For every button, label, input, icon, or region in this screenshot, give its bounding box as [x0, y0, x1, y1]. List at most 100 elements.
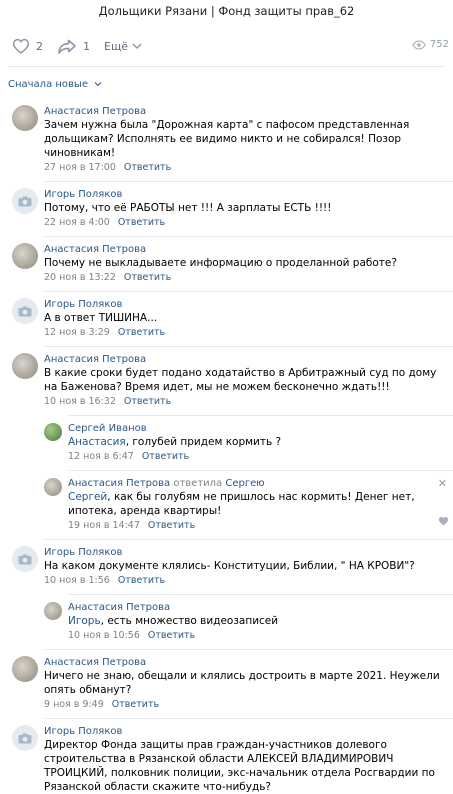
comment-date[interactable]: 27 ноя в 17:00: [44, 162, 116, 173]
comment-date[interactable]: 10 ноя в 10:56: [68, 630, 140, 641]
reply-button[interactable]: Ответить: [124, 272, 171, 283]
comment-date[interactable]: 19 ноя в 14:47: [68, 520, 140, 531]
comment-meta: 10 ноя в 1:56 Ответить: [44, 574, 445, 587]
heart-icon[interactable]: [438, 511, 449, 530]
comment-author-line: Анастасия Петрова: [44, 656, 445, 669]
comment-date[interactable]: 20 ноя в 13:22: [44, 272, 116, 283]
addressee-link[interactable]: Сергей: [68, 491, 107, 503]
comment: Игорь Поляков Директор Фонда защиты прав …: [0, 725, 453, 794]
close-icon[interactable]: ✕: [438, 477, 447, 490]
author-name[interactable]: Анастасия Петрова: [44, 657, 146, 668]
reply-button[interactable]: Ответить: [112, 699, 159, 710]
avatar[interactable]: [12, 725, 38, 751]
comment-text: Зачем нужна была "Дорожная карта" с пафо…: [44, 118, 445, 160]
comment: Анастасия Петрова Почему не выкладываете …: [0, 243, 453, 284]
like-count: 2: [36, 39, 43, 53]
comment-text: Потому, что её РАБОТЫ нет !!! А зарплаты…: [44, 201, 445, 215]
comment-date[interactable]: 10 ноя в 1:56: [44, 575, 110, 586]
comment-text: Сергей, как бы голубям не пришлось нас к…: [68, 490, 445, 518]
comment-text: А в ответ ТИШИНА...: [44, 311, 445, 325]
avatar[interactable]: [12, 546, 38, 572]
comment-author-line: Анастасия Петрова: [44, 353, 445, 366]
comment-text: Игорь, есть множество видеозаписей: [68, 614, 445, 628]
comment-body: Потому, что её РАБОТЫ нет !!! А зарплаты…: [44, 202, 332, 214]
divider: [44, 236, 453, 237]
divider: [68, 415, 453, 416]
reply-button[interactable]: Ответить: [142, 451, 189, 462]
divider: [44, 291, 453, 292]
comment-body: В какие сроки будет подано ходатайство в…: [44, 367, 437, 393]
author-name[interactable]: Игорь Поляков: [44, 189, 122, 200]
comment-body: , есть множество видеозаписей: [100, 615, 279, 627]
comment-list: Анастасия Петрова Зачем нужна была "Дорож…: [0, 99, 453, 794]
reply-button[interactable]: Ответить: [118, 575, 165, 586]
comment: Игорь Поляков На каком документе клялись-…: [0, 546, 453, 587]
comment-meta: 9 ноя в 9:49 Ответить: [44, 698, 445, 711]
reply-button[interactable]: Ответить: [148, 520, 195, 531]
reply-button[interactable]: Ответить: [124, 162, 171, 173]
avatar[interactable]: [44, 602, 62, 620]
comment-author-line: Игорь Поляков: [44, 298, 445, 311]
comment-date[interactable]: 10 ноя в 16:32: [44, 396, 116, 407]
more-button[interactable]: Ещё: [104, 40, 148, 53]
comment-meta: 19 ноя в 14:47 Ответить: [68, 519, 445, 532]
sort-label: Сначала новые: [8, 79, 88, 90]
avatar[interactable]: [44, 478, 62, 496]
comment-author-line: Игорь Поляков: [44, 188, 445, 201]
views-counter: 752: [412, 39, 449, 50]
author-name[interactable]: Анастасия Петрова: [44, 106, 146, 117]
post-actions-bar: 2 1 Ещё 752: [0, 26, 453, 66]
divider: [44, 718, 453, 719]
camera-icon: [18, 554, 32, 564]
comment: Анастасия Петрова Зачем нужна была "Дорож…: [0, 105, 453, 174]
sort-dropdown[interactable]: Сначала новые: [0, 67, 453, 99]
reply-button[interactable]: Ответить: [148, 630, 195, 641]
author-name[interactable]: Игорь Поляков: [44, 299, 122, 310]
share-button[interactable]: 1: [57, 38, 90, 54]
avatar[interactable]: [44, 423, 62, 441]
chevron-down-icon: [132, 43, 142, 50]
comment-date[interactable]: 12 ноя в 6:47: [68, 451, 134, 462]
like-button[interactable]: 2: [12, 38, 43, 54]
reply-button[interactable]: Ответить: [118, 217, 165, 228]
avatar[interactable]: [12, 105, 38, 131]
divider: [68, 594, 453, 595]
reply-verb: ответила: [173, 478, 223, 489]
reply-comment: Анастасия Петрова Игорь, есть множество в…: [0, 601, 453, 642]
author-name[interactable]: Игорь Поляков: [44, 547, 122, 558]
avatar[interactable]: [12, 298, 38, 324]
comment-text: На каком документе клялись- Конституции,…: [44, 559, 445, 573]
reply-target-link[interactable]: Сергею: [225, 478, 264, 489]
divider: [44, 346, 453, 347]
reply-button[interactable]: Ответить: [124, 396, 171, 407]
avatar[interactable]: [12, 656, 38, 682]
addressee-link[interactable]: Игорь: [68, 615, 101, 627]
author-name[interactable]: Анастасия Петрова: [68, 602, 170, 613]
author-name[interactable]: Анастасия Петрова: [68, 478, 170, 489]
avatar[interactable]: [12, 188, 38, 214]
divider: [68, 470, 453, 471]
reply-comment: Анастасия Петрова ответила Сергею Сергей,…: [0, 477, 453, 532]
comment-date[interactable]: 22 ноя в 4:00: [44, 217, 110, 228]
addressee-link[interactable]: Анастасия: [68, 436, 126, 448]
comment-author-line: Игорь Поляков: [44, 725, 445, 738]
post-title: Дольщики Рязани | Фонд защиты прав_62: [98, 4, 355, 18]
reply-button[interactable]: Ответить: [118, 327, 165, 338]
comment-body: Зачем нужна была "Дорожная карта" с пафо…: [44, 119, 410, 159]
author-name[interactable]: Анастасия Петрова: [44, 354, 146, 365]
comment-body: Почему не выкладываете информацию о прод…: [44, 257, 397, 269]
author-name[interactable]: Сергей Иванов: [68, 423, 147, 434]
divider: [44, 539, 453, 540]
author-name[interactable]: Игорь Поляков: [44, 726, 122, 737]
avatar[interactable]: [12, 353, 38, 379]
comment-date[interactable]: 9 ноя в 9:49: [44, 699, 104, 710]
author-name[interactable]: Анастасия Петрова: [44, 244, 146, 255]
comment-body: , голубей придем кормить ?: [125, 436, 282, 448]
comment-author-line: Игорь Поляков: [44, 546, 445, 559]
avatar[interactable]: [12, 243, 38, 269]
divider: [44, 649, 453, 650]
comment-text: Почему не выкладываете информацию о прод…: [44, 256, 445, 270]
comment-date[interactable]: 12 ноя в 3:29: [44, 327, 110, 338]
eye-icon: [412, 39, 426, 50]
comment-meta: 12 ноя в 6:47 Ответить: [68, 450, 445, 463]
